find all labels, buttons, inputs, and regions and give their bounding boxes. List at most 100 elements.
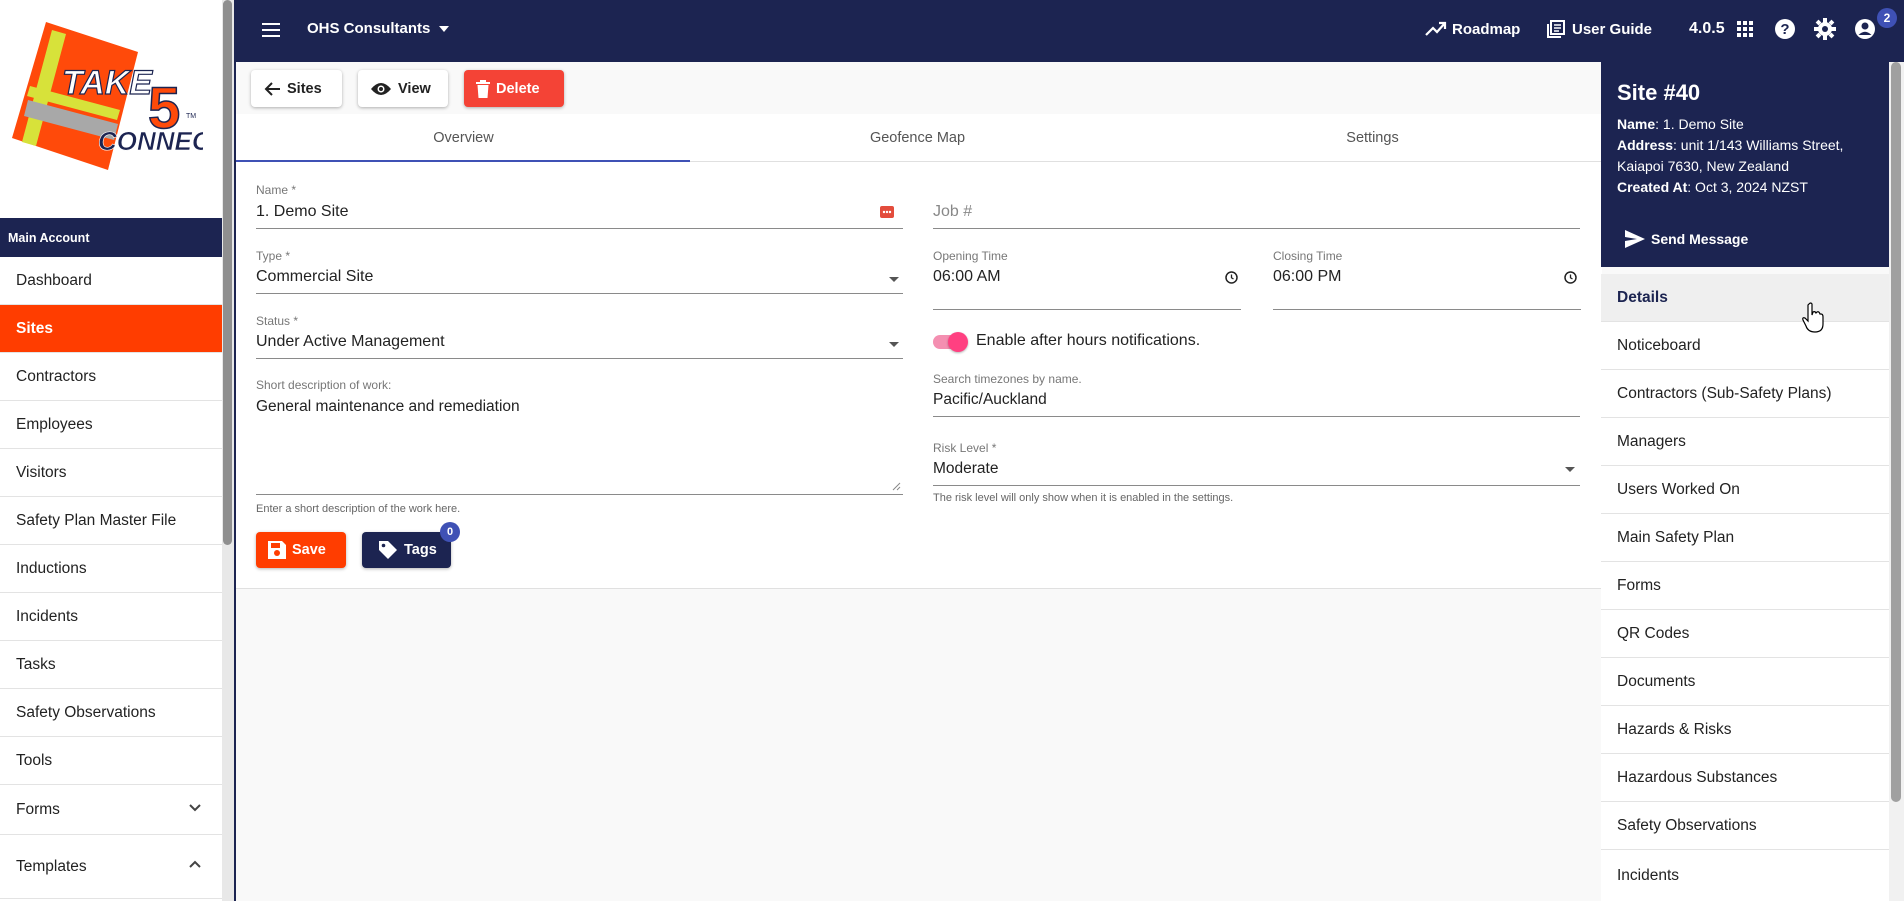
settings-gear-icon[interactable] (1814, 18, 1836, 40)
type-select[interactable]: Commercial Site (256, 268, 373, 286)
roadmap-label: Roadmap (1452, 20, 1521, 38)
panel-item-safety-observations[interactable]: Safety Observations (1601, 802, 1889, 850)
user-guide-link[interactable]: User Guide (1546, 19, 1652, 39)
risk-level-select[interactable]: Moderate (933, 460, 998, 478)
floppy-disk-icon (268, 541, 292, 559)
site-name-line: Name: 1. Demo Site (1617, 114, 1887, 135)
save-button-label: Save (292, 542, 326, 558)
sidebar-item-incidents[interactable]: Incidents (0, 593, 222, 641)
panel-item-documents[interactable]: Documents (1601, 658, 1889, 706)
delete-button[interactable]: Delete (464, 70, 564, 107)
risk-level-underline (933, 485, 1580, 486)
panel-item-hazardous-substances[interactable]: Hazardous Substances (1601, 754, 1889, 802)
closing-time-field[interactable]: 06:00 PM (1273, 268, 1341, 286)
sidebar-item-safety-plan-master-file[interactable]: Safety Plan Master File (0, 497, 222, 545)
opening-time-underline (933, 309, 1241, 310)
panel-item-incidents[interactable]: Incidents (1601, 850, 1889, 901)
panel-item-contractors-sub-safety-plans[interactable]: Contractors (Sub-Safety Plans) (1601, 370, 1889, 418)
risk-level-label: Risk Level * (933, 441, 997, 455)
opening-time-field[interactable]: 06:00 AM (933, 268, 1001, 286)
panel-item-details[interactable]: Details (1601, 274, 1889, 322)
panel-item-label: Noticeboard (1617, 336, 1701, 354)
status-dropdown-arrow-icon[interactable] (889, 342, 899, 347)
sidebar-item-inductions[interactable]: Inductions (0, 545, 222, 593)
top-app-bar: OHS Consultants Roadmap User Guide 4.0.5… (236, 0, 1904, 62)
panel-item-qr-codes[interactable]: QR Codes (1601, 610, 1889, 658)
svg-text:CONNECT: CONNECT (98, 126, 203, 156)
menu-icon[interactable] (260, 19, 282, 41)
sidebar-item-sites[interactable]: Sites (0, 305, 222, 353)
job-number-underline (933, 228, 1580, 229)
description-hint: Enter a short description of the work he… (256, 503, 461, 515)
main-account-header: Main Account (0, 218, 222, 257)
risk-level-hint: The risk level will only show when it is… (933, 492, 1234, 504)
clock-icon[interactable] (1225, 271, 1238, 284)
tags-button-label: Tags (404, 542, 437, 558)
sidebar-item-contractors[interactable]: Contractors (0, 353, 222, 401)
back-button-label: Sites (287, 80, 322, 97)
site-created-value: : Oct 3, 2024 NZST (1687, 179, 1808, 195)
opening-time-label: Opening Time (933, 249, 1008, 263)
sidebar-item-label: Templates (16, 857, 87, 875)
site-name-value: : 1. Demo Site (1655, 116, 1744, 132)
sidebar-item-label: Contractors (16, 367, 97, 385)
organization-selector[interactable]: OHS Consultants (307, 20, 450, 37)
type-dropdown-arrow-icon[interactable] (889, 277, 899, 282)
eye-icon (370, 82, 398, 96)
sidebar-scrollbar-thumb[interactable] (223, 0, 232, 545)
panel-item-label: Hazards & Risks (1617, 720, 1732, 738)
right-panel-scrollbar-thumb[interactable] (1891, 62, 1901, 802)
apps-grid-icon[interactable] (1736, 20, 1754, 38)
panel-item-label: Managers (1617, 432, 1686, 450)
name-field[interactable]: 1. Demo Site (256, 203, 348, 221)
panel-item-label: Safety Observations (1617, 816, 1757, 834)
password-manager-icon[interactable] (880, 205, 894, 219)
panel-item-forms[interactable]: Forms (1601, 562, 1889, 610)
help-icon[interactable]: ? (1774, 18, 1796, 40)
tab-geofence-map[interactable]: Geofence Map (690, 114, 1145, 162)
status-select[interactable]: Under Active Management (256, 333, 445, 351)
job-number-field[interactable]: Job # (933, 203, 972, 221)
panel-item-managers[interactable]: Managers (1601, 418, 1889, 466)
back-to-sites-button[interactable]: Sites (251, 70, 342, 107)
type-select-underline (256, 293, 903, 294)
sidebar: TAKE 5 TM CONNECT Main Account Dashboard… (0, 0, 222, 901)
version-label: 4.0.5 (1689, 20, 1725, 37)
panel-item-label: Contractors (Sub-Safety Plans) (1617, 384, 1832, 402)
tag-icon (378, 540, 404, 560)
panel-item-main-safety-plan[interactable]: Main Safety Plan (1601, 514, 1889, 562)
sidebar-item-tools[interactable]: Tools (0, 737, 222, 785)
tags-button[interactable]: Tags (362, 532, 451, 568)
roadmap-link[interactable]: Roadmap (1425, 20, 1520, 38)
clock-icon[interactable] (1564, 271, 1577, 284)
book-icon (1546, 19, 1566, 39)
tab-settings[interactable]: Settings (1145, 114, 1600, 162)
sidebar-item-dashboard[interactable]: Dashboard (0, 257, 222, 305)
sidebar-item-label: Safety Observations (16, 703, 156, 721)
send-message-button[interactable]: Send Message (1625, 230, 1748, 248)
sidebar-item-safety-observations[interactable]: Safety Observations (0, 689, 222, 737)
sidebar-item-visitors[interactable]: Visitors (0, 449, 222, 497)
site-name-key: Name (1617, 116, 1656, 132)
sidebar-item-templates[interactable]: Templates (0, 835, 222, 899)
sidebar-item-forms[interactable]: Forms (0, 785, 222, 835)
panel-item-hazards-risks[interactable]: Hazards & Risks (1601, 706, 1889, 754)
description-textarea[interactable]: General maintenance and remediation (256, 398, 520, 416)
site-created-line: Created At: Oct 3, 2024 NZST (1617, 177, 1887, 198)
after-hours-toggle[interactable] (933, 331, 969, 353)
save-button[interactable]: Save (256, 532, 346, 568)
panel-item-label: Incidents (1617, 866, 1680, 884)
account-circle-icon[interactable] (1854, 18, 1876, 40)
resize-handle-icon[interactable] (891, 481, 901, 491)
take5-connect-logo[interactable]: TAKE 5 TM CONNECT (8, 16, 203, 176)
sidebar-item-label: Employees (16, 415, 93, 433)
tab-overview[interactable]: Overview (236, 114, 691, 162)
risk-dropdown-arrow-icon[interactable] (1565, 467, 1575, 472)
view-button[interactable]: View (358, 70, 448, 107)
panel-item-noticeboard[interactable]: Noticeboard (1601, 322, 1889, 370)
sidebar-item-employees[interactable]: Employees (0, 401, 222, 449)
panel-item-users-worked-on[interactable]: Users Worked On (1601, 466, 1889, 514)
sidebar-item-label: Visitors (16, 463, 67, 481)
sidebar-item-tasks[interactable]: Tasks (0, 641, 222, 689)
timezone-input[interactable]: Pacific/Auckland (933, 391, 1047, 409)
